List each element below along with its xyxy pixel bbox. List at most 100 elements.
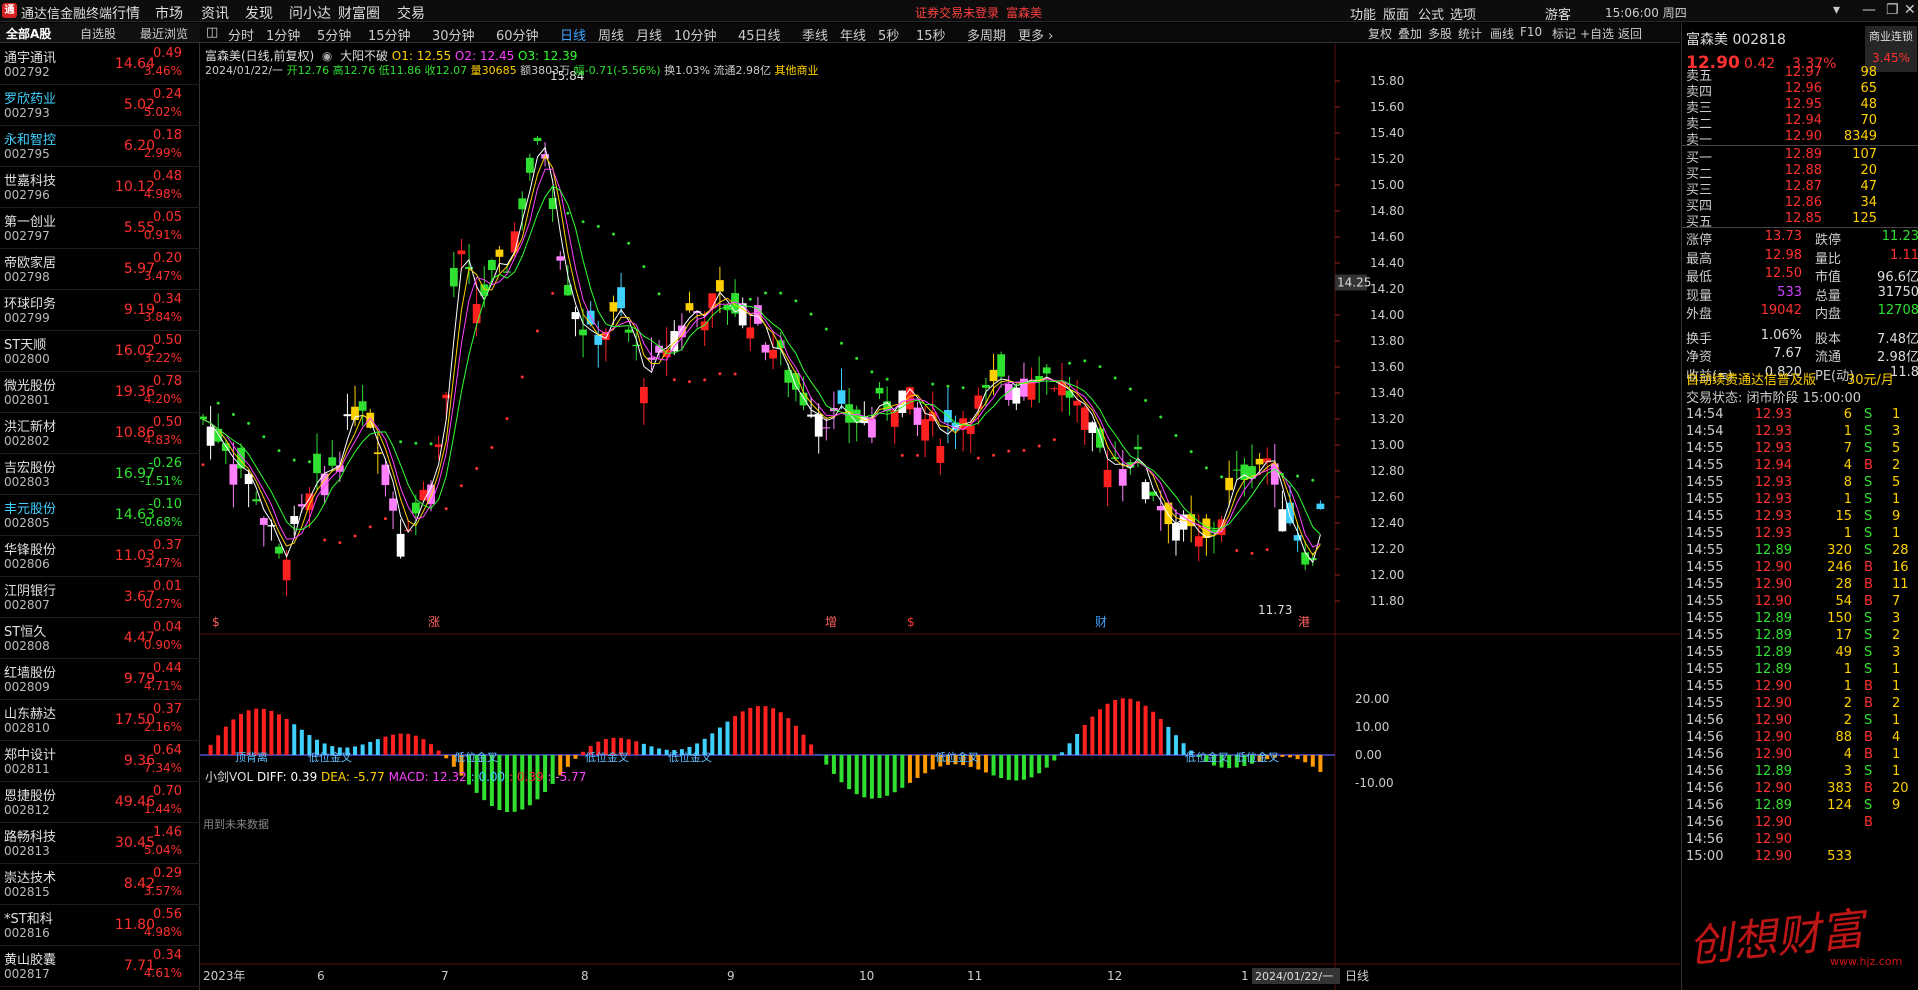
period-tab-7[interactable]: 周线 [598, 25, 624, 44]
stock-row[interactable]: 郑中设计 002811 9.36 0.64 7.34% [0, 741, 200, 782]
stock-row[interactable]: 路畅科技 002813 30.45 1.46 5.04% [0, 823, 200, 864]
menu-0[interactable]: 行情 [112, 3, 140, 23]
menu-3[interactable]: 发现 [245, 3, 273, 23]
period-tab-0[interactable]: 分时 [228, 25, 254, 44]
stock-row[interactable]: 崇达技术 002815 8.42 0.29 3.57% [0, 864, 200, 905]
candle-body [411, 502, 420, 514]
layout-toggle-icon[interactable]: ◫ [206, 25, 218, 40]
right-menu-0[interactable]: 功能 [1350, 4, 1376, 23]
period-tab-8[interactable]: 月线 [636, 25, 662, 44]
period-tab-13[interactable]: 5秒 [878, 25, 899, 44]
right-menu-2[interactable]: 公式 [1418, 4, 1444, 23]
stock-row[interactable]: 微光股份 002801 19.36 0.78 4.20% [0, 372, 200, 413]
menu-1[interactable]: 市场 [155, 3, 183, 23]
stock-row[interactable]: 丰元股份 002805 14.63 -0.10 -0.68% [0, 495, 200, 536]
tool-4[interactable]: 画线 [1490, 25, 1514, 42]
stock-row[interactable]: 罗欣药业 002793 5.02 0.24 5.02% [0, 85, 200, 126]
promo-banner[interactable]: 自动续费通达信普及版 30元/月 [1682, 369, 1918, 388]
event-mark[interactable]: $ [212, 615, 220, 629]
tick-time: 14:54 [1686, 424, 1724, 439]
stop-dot [687, 380, 691, 384]
period-tab-15[interactable]: 多周期 [967, 25, 1006, 44]
period-tab-3[interactable]: 15分钟 [368, 25, 411, 44]
clock: 15:06:00 周四 [1605, 6, 1687, 20]
macd-bar [231, 719, 236, 755]
indicator-name[interactable]: 大阳不破 [340, 49, 388, 63]
tool-7[interactable]: +自选 [1580, 25, 1614, 42]
stock-row[interactable]: 红墙股份 002809 9.79 0.44 4.71% [0, 659, 200, 700]
notice-stock[interactable]: 富森美 [1006, 4, 1042, 21]
stock-row[interactable]: 第一创业 002797 5.55 0.05 0.91% [0, 208, 200, 249]
stop-dot [1311, 478, 1315, 482]
stock-row[interactable]: 环球印务 002799 9.19 0.34 3.84% [0, 290, 200, 331]
candle-body [761, 344, 770, 353]
ma-line-magenta [202, 168, 1321, 548]
event-mark[interactable]: 财 [1095, 615, 1107, 629]
tool-2[interactable]: 多股 [1428, 25, 1452, 42]
stock-row[interactable]: 黄山胶囊 002817 7.71 0.34 4.61% [0, 946, 200, 987]
period-tab-1[interactable]: 1分钟 [266, 25, 300, 44]
tick-price: 12.90 [1754, 730, 1792, 745]
stock-row[interactable]: 恩捷股份 002812 49.46 0.70 1.44% [0, 782, 200, 823]
period-tab-2[interactable]: 5分钟 [317, 25, 351, 44]
stock-row[interactable]: *ST和科 002816 11.80 0.56 4.98% [0, 905, 200, 946]
stock-row[interactable]: ST恒久 002808 4.47 0.04 0.90% [0, 618, 200, 659]
user-label[interactable]: 游客 [1545, 4, 1571, 23]
stock-row[interactable]: 通宇通讯 002792 14.64 0.49 3.46% [0, 44, 200, 85]
period-tab-9[interactable]: 10分钟 [674, 25, 717, 44]
tool-3[interactable]: 统计 [1458, 25, 1482, 42]
sidebar-tab-2[interactable]: 最近浏览 [140, 25, 188, 42]
menu-2[interactable]: 资讯 [201, 3, 229, 23]
stock-change: 0.78 [153, 374, 182, 389]
macd-name[interactable]: 小剑VOL [205, 770, 253, 784]
stock-row[interactable]: 吉宏股份 002803 16.97 -0.26 -1.51% [0, 454, 200, 495]
period-tab-16[interactable]: 更多 › [1018, 25, 1053, 44]
app-logo-icon: 通 [2, 3, 17, 18]
sidebar-tab-0[interactable]: 全部A股 [6, 25, 51, 42]
candle-body [1225, 477, 1234, 491]
stock-row[interactable]: 华锋股份 002806 11.03 0.37 3.47% [0, 536, 200, 577]
period-tab-12[interactable]: 年线 [840, 25, 866, 44]
min-price-label: 11.73 [1258, 603, 1292, 617]
event-mark[interactable]: 涨 [428, 614, 440, 629]
stock-row[interactable]: 洪汇新材 002802 10.86 0.50 4.83% [0, 413, 200, 454]
event-mark[interactable]: 增 [825, 615, 837, 629]
stock-row[interactable]: 山东赫达 002810 17.50 0.37 2.16% [0, 700, 200, 741]
close-icon[interactable]: ✕ [1904, 2, 1916, 18]
period-tab-6[interactable]: 日线 [560, 25, 586, 44]
right-menu-3[interactable]: 选项 [1450, 4, 1476, 23]
tool-5[interactable]: F10 [1520, 25, 1542, 39]
minimize-icon[interactable]: — [1862, 2, 1876, 18]
tick-direction: B [1864, 577, 1873, 592]
menu-4[interactable]: 问小达 [289, 3, 331, 23]
bar-sector[interactable]: 其他商业 [775, 64, 819, 77]
tool-8[interactable]: 返回 [1618, 25, 1642, 42]
menu-5[interactable]: 财富圈 [338, 3, 380, 23]
stock-row[interactable]: 永和智控 002795 6.20 0.18 2.99% [0, 126, 200, 167]
restore-icon[interactable]: ❐ [1886, 2, 1899, 18]
period-tab-14[interactable]: 15秒 [916, 25, 946, 44]
menu-6[interactable]: 交易 [397, 3, 425, 23]
stock-row[interactable]: ST天顺 002800 16.02 0.50 3.22% [0, 331, 200, 372]
stock-row[interactable]: 江阴银行 002807 3.67 0.01 0.27% [0, 577, 200, 618]
macd-bar [1295, 755, 1300, 760]
period-tab-4[interactable]: 30分钟 [432, 25, 475, 44]
right-menu-1[interactable]: 版面 [1383, 4, 1409, 23]
sidebar-tab-1[interactable]: 自选股 [80, 25, 116, 42]
period-tab-10[interactable]: 45日线 [738, 25, 781, 44]
bid-volume: 34 [1860, 195, 1877, 210]
stock-row[interactable]: 世嘉科技 002796 10.12 0.48 4.98% [0, 167, 200, 208]
tick-time: 14:56 [1686, 764, 1724, 779]
tool-0[interactable]: 复权 [1368, 25, 1392, 42]
period-tab-5[interactable]: 60分钟 [496, 25, 539, 44]
stock-change: -0.10 [148, 497, 182, 512]
dropdown-icon[interactable]: ▾ [1833, 2, 1840, 18]
trade-login-notice[interactable]: 证券交易未登录 [915, 4, 999, 21]
stock-row[interactable]: 帝欧家居 002798 5.97 0.20 3.47% [0, 249, 200, 290]
period-tab-11[interactable]: 季线 [802, 25, 828, 44]
event-mark[interactable]: $ [907, 615, 915, 629]
event-mark[interactable]: 港 [1298, 615, 1310, 629]
tool-6[interactable]: 标记 [1552, 25, 1576, 42]
kline-chart[interactable]: 15.80 15.60 15.40 15.20 15.00 14.80 14.60 14.40… [200, 44, 1680, 990]
tool-1[interactable]: 叠加 [1398, 25, 1422, 42]
